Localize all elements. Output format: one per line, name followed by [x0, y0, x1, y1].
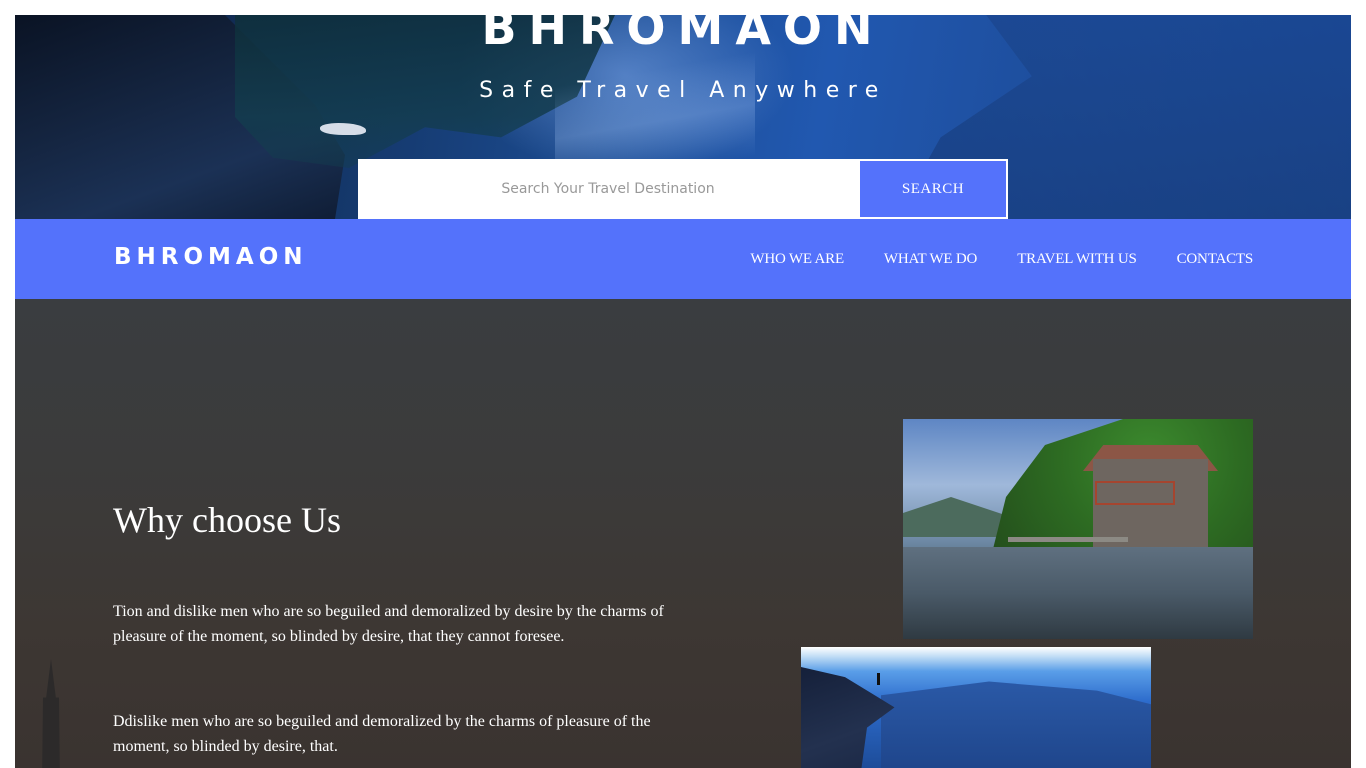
section-paragraph: Ddislike men who are so beguiled and dem… — [113, 713, 651, 755]
brand-logo[interactable]: BHROMAON — [114, 244, 308, 270]
hero-banner: BHROMAON Safe Travel Anywhere SEARCH — [15, 15, 1351, 219]
hero-rock — [320, 123, 366, 135]
nav-links: WHO WE ARE WHAT WE DO TRAVEL WITH US CON… — [750, 219, 1253, 299]
nav-link-contacts[interactable]: CONTACTS — [1177, 251, 1254, 268]
nav-link-who-we-are[interactable]: WHO WE ARE — [750, 251, 844, 268]
page-frame: BHROMAON Safe Travel Anywhere SEARCH BHR… — [15, 15, 1351, 768]
boathouse-lake-photo — [903, 419, 1253, 639]
search-input[interactable] — [358, 159, 858, 219]
why-choose-section: Why choose Us Tion and dislike men who a… — [15, 299, 1351, 768]
nav-link-travel-with-us[interactable]: TRAVEL WITH US — [1017, 251, 1137, 268]
hero-tagline: Safe Travel Anywhere — [479, 78, 887, 103]
search-form: SEARCH — [358, 159, 1008, 219]
main-navbar: BHROMAON WHO WE ARE WHAT WE DO TRAVEL WI… — [15, 219, 1351, 299]
nav-link-what-we-do[interactable]: WHAT WE DO — [884, 251, 977, 268]
section-title: Why choose Us — [113, 500, 341, 540]
background-steeple — [42, 659, 60, 768]
cliff-valley-photo — [801, 647, 1151, 768]
hero-title: BHROMAON — [481, 15, 885, 55]
section-paragraph: Tion and dislike men who are so beguiled… — [113, 603, 664, 645]
search-button[interactable]: SEARCH — [858, 159, 1008, 219]
